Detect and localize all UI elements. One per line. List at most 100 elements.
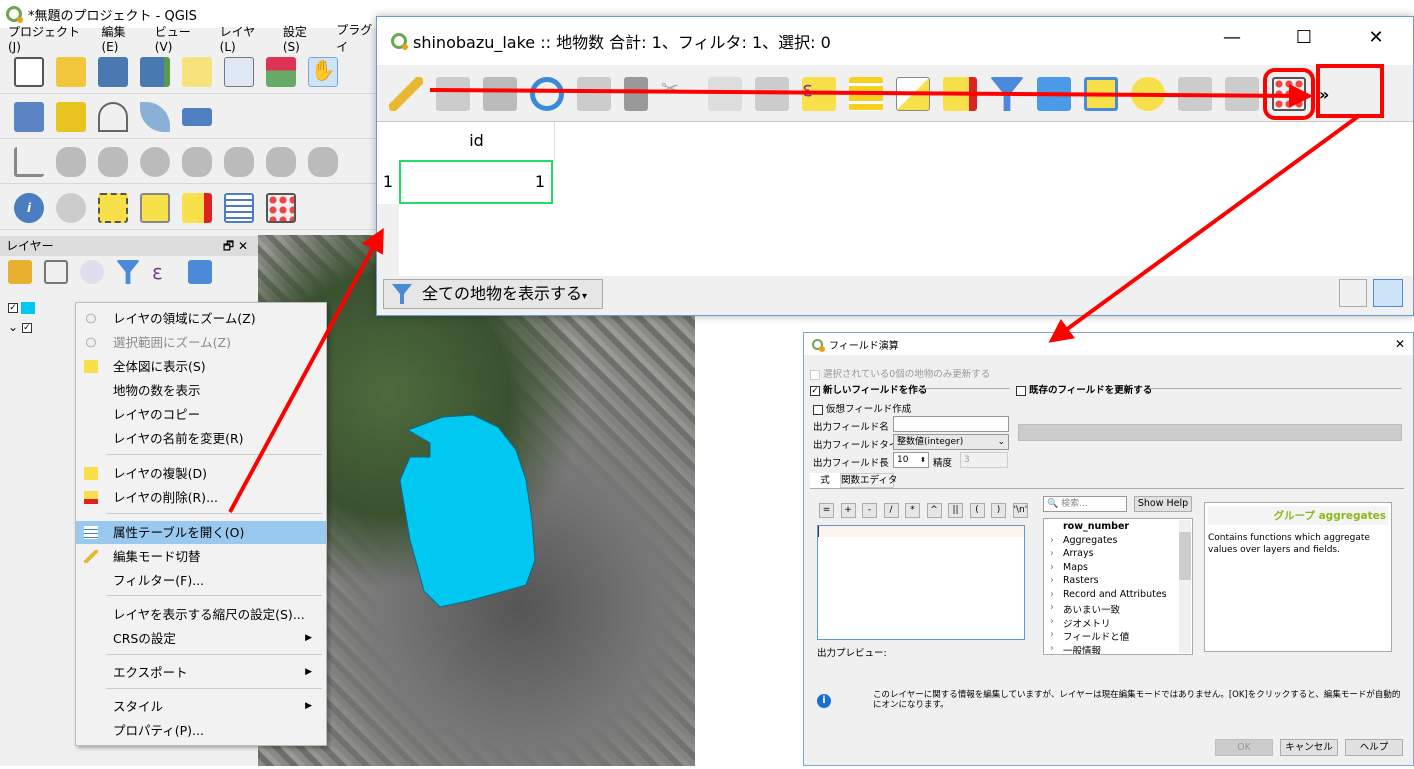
function-group-item[interactable]: › Maps [1044, 562, 1192, 576]
function-group-item[interactable]: › ジオメトリ [1044, 616, 1192, 630]
menu-item[interactable]: プロパティ(P)... [76, 719, 326, 742]
reload-icon[interactable] [530, 77, 564, 111]
add-feature-icon[interactable] [577, 77, 611, 111]
virtual-field-checkbox[interactable]: 仮想フィールド作成 [813, 401, 911, 415]
cut-icon[interactable]: ✂ [661, 77, 695, 111]
operator-button[interactable]: ) [991, 503, 1006, 518]
filter-select-icon[interactable] [990, 77, 1024, 111]
delete-ring-icon[interactable] [308, 146, 338, 177]
simplify-icon[interactable] [140, 146, 170, 177]
help-button[interactable]: ヘルプ [1345, 739, 1403, 756]
layout-manager-icon[interactable] [224, 56, 254, 87]
function-list-scrollbar[interactable] [1179, 520, 1191, 653]
close-button[interactable]: ✕ [1395, 337, 1405, 351]
menu-item[interactable]: エクスポート ▶ [76, 661, 326, 684]
select-by-expression-icon[interactable]: ε [802, 77, 836, 111]
pan-hand-icon[interactable]: ✋ [308, 56, 338, 87]
operator-button[interactable]: - [862, 503, 877, 518]
tab-function-editor[interactable]: 関数エディタ [840, 473, 897, 488]
output-type-select[interactable]: 整数値(integer) ⌄ [893, 434, 1009, 450]
field-calculator-button[interactable] [1263, 68, 1315, 120]
delete-feature-icon[interactable] [624, 77, 648, 111]
multi-edit-icon[interactable] [436, 77, 470, 111]
tab-expression[interactable]: 式 [810, 473, 840, 488]
menu-edit[interactable]: 編集(E) [101, 23, 138, 54]
table-view-button[interactable] [1373, 279, 1403, 307]
identify-icon[interactable]: i [14, 192, 44, 223]
menu-view[interactable]: ビュー(V) [155, 23, 204, 54]
open-project-icon[interactable] [56, 56, 86, 87]
maximize-button[interactable]: ☐ [1289, 27, 1319, 48]
function-group-item[interactable]: › Rasters [1044, 575, 1192, 589]
selected-only-checkbox[interactable]: 選択されている0個の地物のみ更新する [810, 366, 990, 380]
paste-icon[interactable] [755, 77, 789, 111]
new-project-icon[interactable] [14, 56, 44, 87]
copy-icon[interactable] [708, 77, 742, 111]
new-geopackage-icon[interactable] [56, 101, 86, 132]
rotate-feature-icon[interactable] [98, 146, 128, 177]
operator-button[interactable]: ^ [926, 503, 942, 518]
filter-icon[interactable] [116, 260, 140, 284]
menu-item[interactable]: 全体図に表示(S) [76, 355, 326, 378]
operator-button[interactable]: = [819, 503, 834, 518]
close-button[interactable]: ✕ [1361, 27, 1391, 48]
function-group-item[interactable]: › フィールドと値 [1044, 629, 1192, 643]
run-action-icon[interactable] [56, 192, 86, 223]
menu-item[interactable]: フィルター(F)... [76, 569, 326, 592]
layer-item-photo[interactable]: ⌄ ✓ [8, 320, 35, 334]
function-group-item[interactable]: › あいまい一致 [1044, 602, 1192, 616]
move-feature-icon[interactable] [56, 146, 86, 177]
function-group-item[interactable]: › Arrays [1044, 548, 1192, 562]
layer-item-shinobazu[interactable]: ✓ [8, 300, 35, 314]
save-edits-icon[interactable] [483, 77, 517, 111]
new-field-icon[interactable] [1178, 77, 1212, 111]
add-group-icon[interactable] [44, 260, 68, 284]
minimize-button[interactable]: — [1217, 27, 1247, 48]
column-header-id[interactable]: id [399, 122, 555, 160]
data-source-manager-icon[interactable] [14, 101, 44, 132]
output-name-input[interactable] [893, 416, 1009, 432]
menu-item[interactable]: レイヤの削除(R)... [76, 486, 326, 509]
menu-project[interactable]: プロジェクト(J) [8, 23, 85, 54]
expand-all-icon[interactable] [188, 260, 212, 284]
add-ring-icon[interactable] [182, 146, 212, 177]
new-layout-icon[interactable] [182, 56, 212, 87]
close-panel-icon[interactable]: 🗗 ✕ [223, 236, 248, 256]
new-spatialite-icon[interactable] [140, 101, 170, 132]
operator-button[interactable]: ( [969, 503, 985, 518]
delete-field-icon[interactable] [1225, 77, 1259, 111]
function-list[interactable]: row_number › Aggregates › Arrays › Maps › Raster… [1043, 518, 1193, 655]
menu-item[interactable]: スタイル ▶ [76, 695, 326, 718]
function-group-item[interactable]: row_number [1044, 521, 1192, 535]
table-cell-id[interactable]: 1 [399, 160, 553, 204]
new-shapefile-icon[interactable] [98, 101, 128, 132]
update-existing-checkbox[interactable]: 既存のフィールドを更新する [1016, 382, 1152, 396]
toggle-editing-icon[interactable] [389, 77, 423, 111]
style-manager-icon[interactable] [266, 56, 296, 87]
row-header[interactable]: 1 [377, 160, 399, 204]
function-group-item[interactable]: › Record and Attributes [1044, 589, 1192, 603]
form-view-button[interactable] [1339, 279, 1367, 307]
function-group-item[interactable]: › Aggregates [1044, 535, 1192, 549]
operator-button[interactable]: * [905, 503, 920, 518]
cancel-button[interactable]: キャンセル [1280, 739, 1338, 756]
operator-button[interactable]: || [948, 503, 963, 518]
menu-item[interactable]: レイヤのコピー [76, 403, 326, 426]
select-by-value-icon[interactable] [140, 192, 170, 223]
pan-to-selection-icon[interactable] [1084, 77, 1118, 111]
menu-item[interactable]: 地物の数を表示 [76, 379, 326, 402]
menu-item[interactable]: レイヤの複製(D) [76, 462, 326, 485]
menu-item[interactable]: レイヤの領域にズーム(Z) [76, 307, 326, 330]
menu-item[interactable]: レイヤの名前を変更(R) [76, 427, 326, 450]
operator-button[interactable]: '\n' [1012, 503, 1028, 518]
ok-button[interactable]: OK [1215, 739, 1273, 756]
menu-item[interactable]: 属性テーブルを開く(O) [76, 521, 326, 544]
output-length-spinbox[interactable]: 10 ⬍ [893, 452, 929, 468]
select-all-icon[interactable] [849, 77, 883, 111]
toolbar-overflow[interactable]: » [1319, 85, 1329, 104]
function-search-input[interactable]: 🔍 検索... [1043, 496, 1127, 512]
field-calculator-icon[interactable] [266, 192, 296, 223]
new-temp-layer-icon[interactable] [182, 107, 212, 126]
deselect-icon[interactable] [182, 192, 212, 223]
show-help-button[interactable]: Show Help [1134, 496, 1192, 512]
